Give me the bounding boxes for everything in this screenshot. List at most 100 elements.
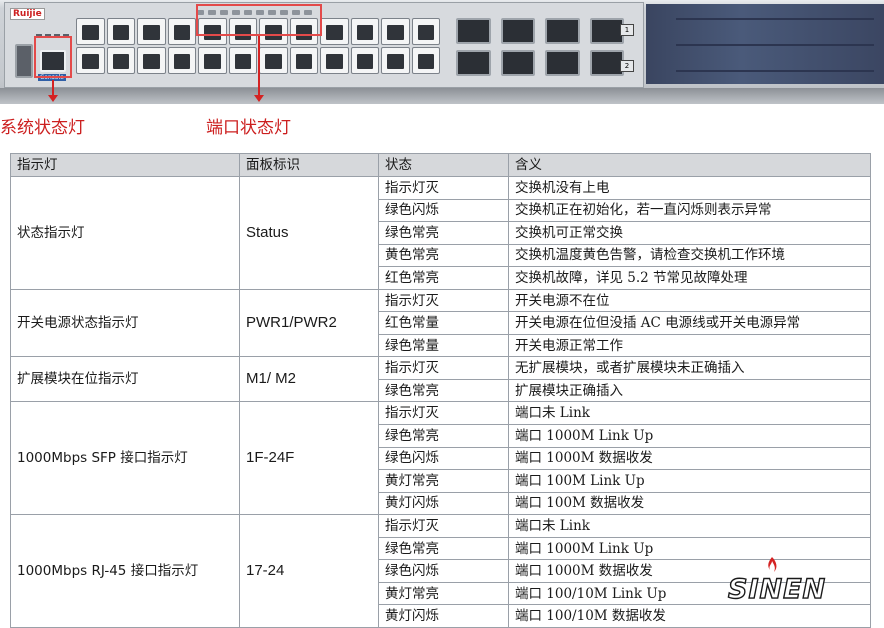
sfp-port [500, 50, 535, 76]
rj45-port [106, 47, 135, 74]
state-cell: 黄灯常亮 [378, 469, 509, 493]
sfp-port [456, 50, 491, 76]
vent-line [676, 70, 874, 72]
meaning-cell: 开关电源在位但没插 AC 电源线或开关电源异常 [508, 311, 871, 335]
rj45-port [411, 47, 440, 74]
meaning-cell: 端口 100M Link Up [508, 469, 871, 493]
meaning-cell: 交换机可正常交换 [508, 221, 871, 245]
system-led-highlight [34, 36, 72, 78]
table-row: 扩展模块在位指示灯 M1/ M2 指示灯灭 无扩展模块，或者扩展模块未正确插入 [10, 356, 871, 403]
sfp-port [456, 18, 491, 44]
meaning-cell: 开关电源正常工作 [508, 333, 871, 358]
rj45-port [167, 18, 196, 45]
rj45-port [259, 47, 288, 74]
sinen-watermark: SINEN [716, 556, 876, 606]
header-state: 状态 [378, 153, 509, 177]
meaning-cell: 端口 1000M 数据收发 [508, 446, 871, 471]
state-cell: 绿色闪烁 [378, 446, 509, 471]
indicator-name-cell: 状态指示灯 [10, 176, 240, 290]
sfp-port [589, 50, 624, 76]
table-row: 状态指示灯 Status 指示灯灭 交换机没有上电 [10, 176, 871, 290]
system-led-callout: 系统状态灯 [0, 118, 85, 138]
state-cell: 黄灯闪烁 [378, 491, 509, 516]
slot-label: 2 [620, 60, 634, 72]
meaning-cell: 端口未 Link [508, 401, 871, 426]
state-cell: 绿色常亮 [378, 378, 509, 403]
state-cell: 绿色常亮 [378, 221, 509, 245]
state-cell: 绿色闪烁 [378, 559, 509, 583]
state-cell: 绿色常亮 [378, 424, 509, 448]
state-cell: 指示灯灭 [378, 176, 509, 200]
panel-mark-cell: 17-24 [239, 514, 379, 628]
meaning-cell: 端口未 Link [508, 514, 871, 538]
state-cell: 指示灯灭 [378, 514, 509, 538]
rj45-port [228, 47, 257, 74]
arrow-down-icon [254, 36, 264, 102]
panel-mark-cell: PWR1/PWR2 [239, 288, 379, 358]
header-panel-mark: 面板标识 [239, 153, 379, 177]
arrow-down-icon [48, 80, 58, 102]
meaning-cell: 交换机正在初始化，若一直闪烁则表示异常 [508, 198, 871, 223]
meaning-cell: 交换机没有上电 [508, 176, 871, 200]
state-cell: 红色常量 [378, 311, 509, 335]
state-cell: 指示灯灭 [378, 288, 509, 313]
rj45-port [289, 47, 318, 74]
panel-mark-cell: M1/ M2 [239, 356, 379, 403]
rj45-port [381, 18, 410, 45]
rj45-port [137, 47, 166, 74]
meaning-cell: 扩展模块正确插入 [508, 378, 871, 403]
brand-logo: Ruijie [10, 8, 45, 20]
port-led-highlight [196, 4, 322, 36]
sfp-port-block [456, 18, 624, 76]
sfp-port [545, 18, 580, 44]
meaning-cell: 端口 100M 数据收发 [508, 491, 871, 516]
table-row: 1000Mbps SFP 接口指示灯 1F-24F 指示灯灭 端口未 Link [10, 401, 871, 516]
meaning-cell: 交换机故障，详见 5.2 节常见故障处理 [508, 266, 871, 290]
rj45-port [76, 18, 105, 45]
indicator-name-cell: 1000Mbps RJ-45 接口指示灯 [10, 514, 240, 628]
indicator-name-cell: 开关电源状态指示灯 [10, 288, 240, 358]
state-cell: 黄色常亮 [378, 243, 509, 268]
vent-line [676, 18, 874, 20]
flame-icon [768, 557, 777, 572]
rj45-port [350, 47, 379, 74]
rj45-port [381, 47, 410, 74]
sfp-port [500, 18, 535, 44]
rj45-port [198, 47, 227, 74]
state-cell: 黄灯闪烁 [378, 604, 509, 628]
rj45-port [320, 18, 349, 45]
state-cell: 红色常亮 [378, 266, 509, 290]
meaning-cell: 开关电源不在位 [508, 288, 871, 313]
watermark-text: SINEN [727, 573, 827, 605]
state-cell: 绿色常量 [378, 333, 509, 358]
slot-label: 1 [620, 24, 634, 36]
meaning-cell: 交换机温度黄色告警，请检查交换机工作环境 [508, 243, 871, 268]
header-indicator: 指示灯 [10, 153, 240, 177]
rj45-port [320, 47, 349, 74]
state-cell: 指示灯灭 [378, 401, 509, 426]
meaning-cell: 端口 1000M Link Up [508, 424, 871, 448]
switch-base [0, 88, 884, 104]
rj45-port [137, 18, 166, 45]
table-header-row: 指示灯 面板标识 状态 含义 [10, 153, 871, 177]
switch-front-panel-photo: Ruijie Console 1 2 [0, 0, 884, 104]
header-meaning: 含义 [508, 153, 871, 177]
meaning-cell: 无扩展模块，或者扩展模块未正确插入 [508, 356, 871, 380]
table-row: 开关电源状态指示灯 PWR1/PWR2 指示灯灭 开关电源不在位 [10, 288, 871, 358]
state-cell: 绿色常亮 [378, 536, 509, 561]
switch-side-panel [646, 4, 884, 84]
table-row: 1000Mbps RJ-45 接口指示灯 17-24 指示灯灭 端口未 Link [10, 514, 871, 628]
state-cell: 黄灯常亮 [378, 581, 509, 606]
rj45-port [350, 18, 379, 45]
panel-mark-cell: 1F-24F [239, 401, 379, 516]
sfp-port [545, 50, 580, 76]
rj45-port [411, 18, 440, 45]
indicator-name-cell: 扩展模块在位指示灯 [10, 356, 240, 403]
state-cell: 绿色闪烁 [378, 198, 509, 223]
vent-line [676, 44, 874, 46]
state-cell: 指示灯灭 [378, 356, 509, 380]
indicator-name-cell: 1000Mbps SFP 接口指示灯 [10, 401, 240, 516]
panel-mark-cell: Status [239, 176, 379, 290]
meaning-cell: 端口 100/10M 数据收发 [508, 604, 871, 628]
rj45-port [76, 47, 105, 74]
